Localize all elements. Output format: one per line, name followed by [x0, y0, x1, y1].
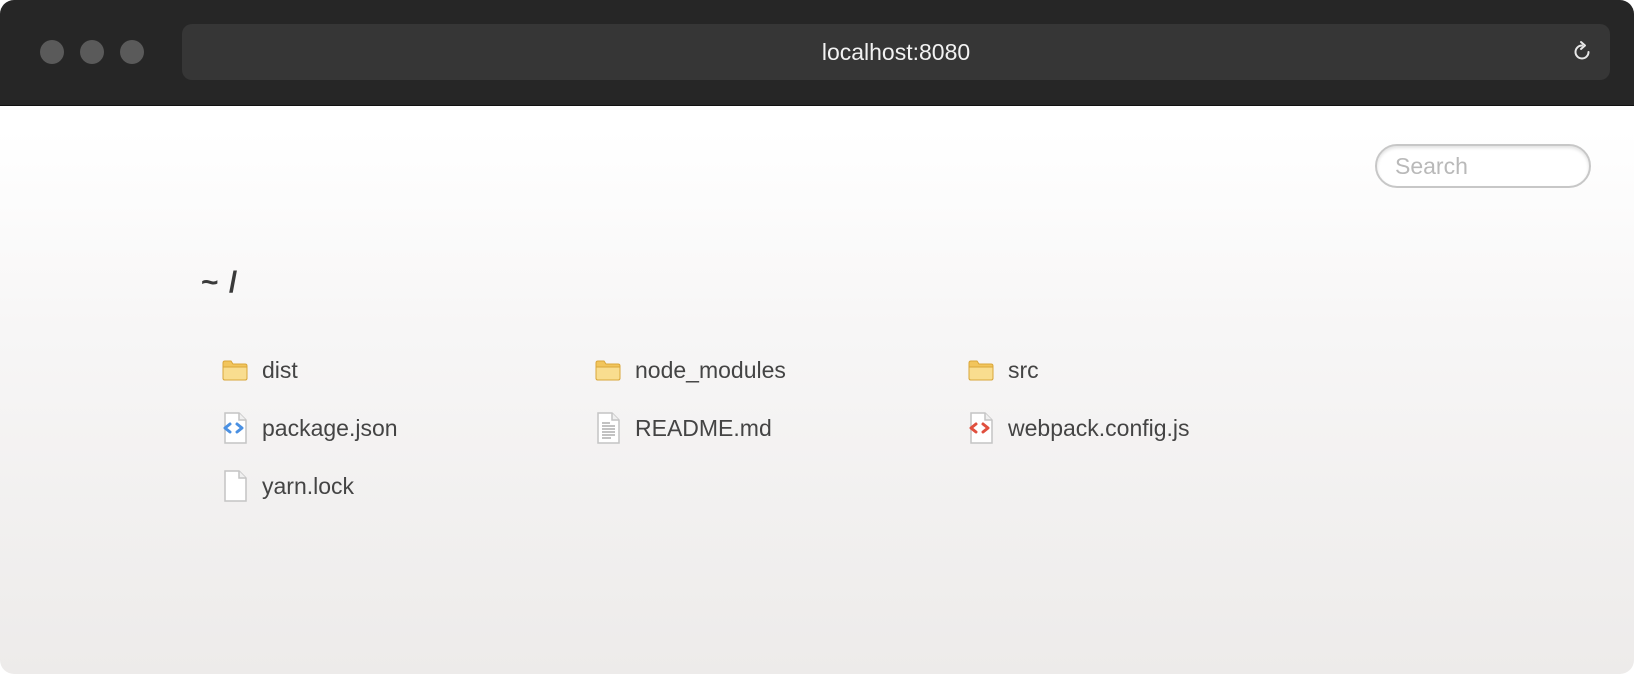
window-zoom-button[interactable] [120, 40, 144, 64]
list-item-readme[interactable]: README.md [593, 408, 966, 448]
window-minimize-button[interactable] [80, 40, 104, 64]
file-name: node_modules [635, 356, 786, 383]
search-input[interactable] [1375, 144, 1591, 188]
browser-window: localhost:8080 ~ / dist [0, 0, 1634, 674]
address-bar[interactable]: localhost:8080 [182, 24, 1610, 80]
page-title: ~ / [201, 266, 239, 299]
list-item-yarn-lock[interactable]: yarn.lock [220, 466, 593, 506]
folder-icon [593, 355, 623, 385]
file-name: webpack.config.js [1008, 414, 1190, 441]
list-item-webpack-config[interactable]: webpack.config.js [966, 408, 1339, 448]
browser-titlebar: localhost:8080 [0, 0, 1634, 106]
url-text[interactable]: localhost:8080 [182, 24, 1610, 80]
list-item-package-json[interactable]: package.json [220, 408, 593, 448]
list-item-src[interactable]: src [966, 350, 1339, 390]
json-file-icon [220, 412, 250, 444]
blank-file-icon [220, 470, 250, 502]
text-file-icon [593, 412, 623, 444]
folder-icon [966, 355, 996, 385]
folder-icon [220, 355, 250, 385]
file-list: dist node_modules src package.json READM… [220, 350, 1340, 524]
js-file-icon [966, 412, 996, 444]
list-item-dist[interactable]: dist [220, 350, 593, 390]
window-close-button[interactable] [40, 40, 64, 64]
file-name: README.md [635, 414, 772, 441]
file-name: yarn.lock [262, 472, 355, 499]
file-name: package.json [262, 414, 398, 441]
file-name: dist [262, 356, 298, 383]
reload-icon[interactable] [1570, 40, 1594, 64]
list-item-node-modules[interactable]: node_modules [593, 350, 966, 390]
file-name: src [1008, 356, 1039, 383]
